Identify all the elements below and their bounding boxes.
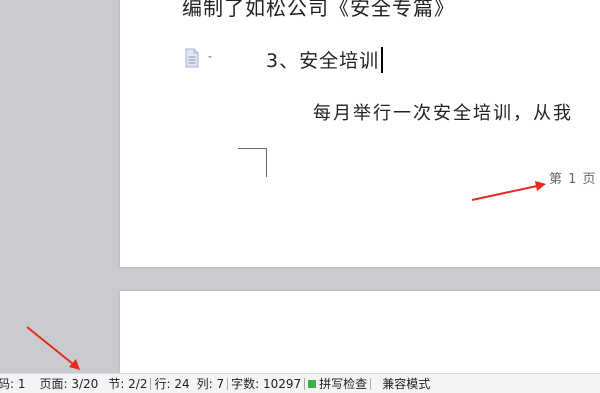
spell-check-label: 拼写检查 bbox=[319, 377, 368, 391]
page-number-footer: 第 1 页 bbox=[549, 172, 597, 187]
status-word-count[interactable]: 字数: 10297 bbox=[231, 375, 301, 392]
heading-text: 3、安全培训 bbox=[266, 50, 380, 72]
paragraph-doc-icon[interactable] bbox=[184, 48, 214, 68]
status-row[interactable]: 行: 24 bbox=[154, 375, 189, 392]
status-column[interactable]: 列: 7 bbox=[197, 375, 225, 392]
status-bar: 码: 1 页面: 3/20 节: 2/2 行: 24 列: 7 字数: 1029… bbox=[0, 373, 600, 393]
status-section[interactable]: 节: 2/2 bbox=[108, 375, 147, 392]
document-canvas[interactable]: 编制了如松公司《安全专篇》 3、安全培训 每月举行一次安全培训，从我 第 1 页 bbox=[0, 0, 600, 373]
compat-mode-label[interactable]: 兼容模式 bbox=[382, 375, 430, 392]
spell-check-icon bbox=[308, 379, 317, 388]
paragraph-text: 每月举行一次安全培训，从我 bbox=[313, 103, 573, 124]
text-line: 编制了如松公司《安全专篇》 bbox=[182, 0, 455, 20]
text-cursor bbox=[381, 46, 384, 73]
status-separator bbox=[227, 377, 229, 390]
section-heading[interactable]: 3、安全培训 bbox=[266, 46, 384, 73]
margin-corner-mark bbox=[238, 148, 267, 177]
status-separator bbox=[304, 377, 306, 390]
status-separator bbox=[150, 377, 152, 390]
document-page-2[interactable] bbox=[120, 291, 600, 373]
document-page-1[interactable] bbox=[120, 0, 600, 267]
status-page[interactable]: 页面: 3/20 bbox=[40, 375, 99, 392]
spell-check-button[interactable]: 拼写检查 bbox=[308, 375, 367, 392]
status-page-number[interactable]: 码: 1 bbox=[0, 375, 26, 392]
status-separator bbox=[370, 377, 372, 390]
